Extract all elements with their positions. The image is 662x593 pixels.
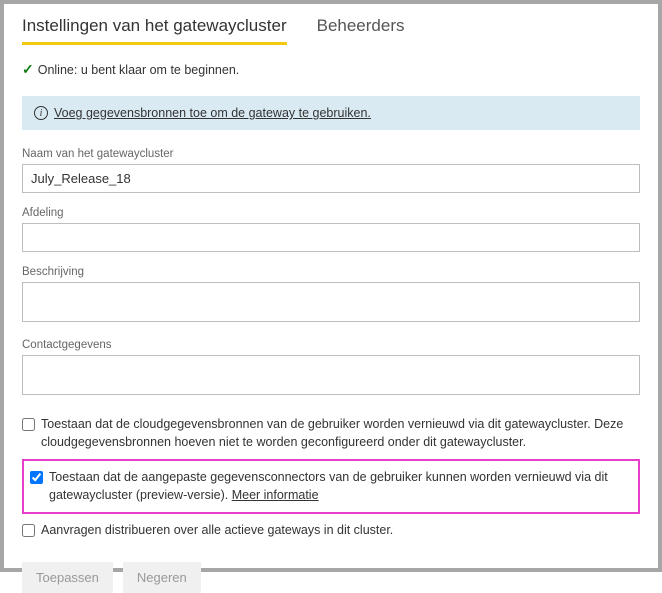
distribute-row[interactable]: Aanvragen distribueren over alle actieve…: [22, 518, 640, 544]
custom-connectors-text: Toestaan dat de aangepaste gegevensconne…: [49, 470, 608, 502]
discard-button[interactable]: Negeren: [123, 562, 201, 593]
custom-connectors-checkbox[interactable]: [30, 471, 43, 484]
status-text: Online: u bent klaar om te beginnen.: [38, 63, 240, 77]
cloud-refresh-checkbox[interactable]: [22, 418, 35, 431]
contact-input[interactable]: [22, 355, 640, 395]
info-banner: i Voeg gegevensbronnen toe om de gateway…: [22, 96, 640, 130]
description-label: Beschrijving: [22, 266, 640, 278]
contact-label: Contactgegevens: [22, 339, 640, 351]
info-icon: i: [34, 106, 48, 120]
cluster-name-input[interactable]: [22, 164, 640, 193]
apply-button[interactable]: Toepassen: [22, 562, 113, 593]
custom-connectors-label: Toestaan dat de aangepaste gegevensconne…: [49, 469, 632, 504]
department-label: Afdeling: [22, 207, 640, 219]
custom-connectors-highlight: Toestaan dat de aangepaste gegevensconne…: [22, 459, 640, 514]
check-icon: ✓: [22, 61, 34, 78]
tab-gateway-settings[interactable]: Instellingen van het gatewaycluster: [22, 16, 287, 45]
distribute-checkbox[interactable]: [22, 524, 35, 537]
cloud-refresh-row[interactable]: Toestaan dat de cloudgegevensbronnen van…: [22, 412, 640, 455]
more-info-link[interactable]: Meer informatie: [232, 488, 319, 502]
add-data-sources-link[interactable]: Voeg gegevensbronnen toe om de gateway t…: [54, 106, 371, 120]
custom-connectors-row[interactable]: Toestaan dat de aangepaste gegevensconne…: [30, 465, 632, 508]
distribute-label: Aanvragen distribueren over alle actieve…: [41, 522, 393, 540]
status-row: ✓ Online: u bent klaar om te beginnen.: [22, 61, 640, 78]
cloud-refresh-label: Toestaan dat de cloudgegevensbronnen van…: [41, 416, 640, 451]
description-input[interactable]: [22, 282, 640, 322]
tab-administrators[interactable]: Beheerders: [317, 16, 405, 45]
cluster-name-label: Naam van het gatewaycluster: [22, 148, 640, 160]
department-input[interactable]: [22, 223, 640, 252]
